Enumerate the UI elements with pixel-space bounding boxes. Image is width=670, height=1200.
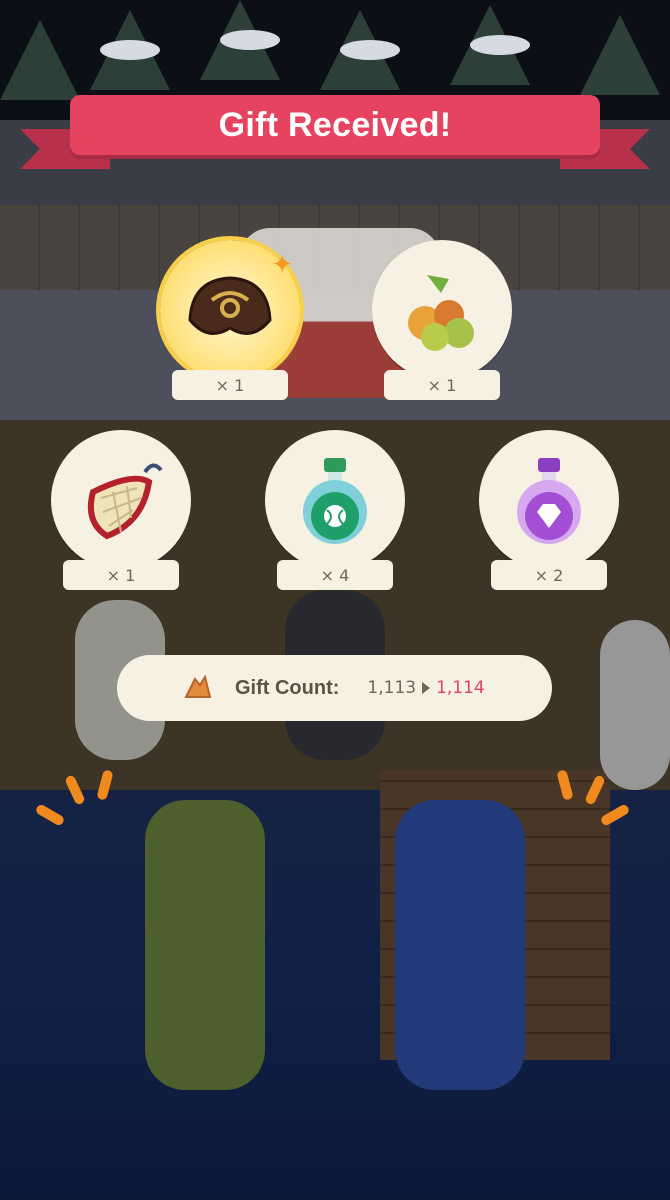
net-icon: [87, 463, 163, 540]
item-quantity: × 2: [491, 560, 607, 590]
item-circle: [372, 240, 512, 380]
banner-panel: Gift Received!: [70, 95, 600, 155]
reward-item-net[interactable]: × 1: [46, 430, 196, 590]
fruit-icon: [408, 275, 474, 351]
item-quantity: × 4: [277, 560, 393, 590]
snow: [470, 35, 530, 55]
reward-item-purple-essence[interactable]: × 2: [474, 430, 624, 590]
gift-received-banner: Gift Received!: [20, 95, 650, 175]
item-quantity: × 1: [63, 560, 179, 590]
snow: [340, 40, 400, 60]
game-scene: [0, 0, 670, 1200]
snow: [220, 30, 280, 50]
villager-character[interactable]: [145, 800, 265, 1090]
reward-item-fruit[interactable]: × 1: [367, 240, 517, 400]
banner-title: Gift Received!: [218, 105, 452, 144]
gift-count-old: 1,113: [367, 678, 417, 698]
reward-item-green-essence[interactable]: × 4: [260, 430, 410, 590]
snow: [100, 40, 160, 60]
background-character: [600, 620, 670, 790]
item-quantity: × 1: [172, 370, 288, 400]
reward-item-fortune-cookie[interactable]: ✦ × 1: [155, 240, 305, 400]
item-quantity: × 1: [384, 370, 500, 400]
item-circle: [51, 430, 191, 570]
fortune-cookie-icon: [188, 276, 272, 335]
gift-count-panel: Gift Count: 1,113 1,114: [117, 655, 552, 721]
leaf-ticket-icon: [184, 674, 212, 698]
gift-count-label: Gift Count:: [235, 676, 340, 699]
item-circle: [265, 430, 405, 570]
snowy-tree: [580, 15, 660, 95]
sparkle-icon: ✦: [271, 250, 293, 280]
green-essence-bottle-icon: [303, 458, 367, 544]
gift-count-new: 1,114: [436, 678, 485, 698]
item-circle: [479, 430, 619, 570]
snowy-tree: [0, 20, 80, 100]
player-character[interactable]: [395, 800, 525, 1090]
arrow-right-icon: [422, 682, 431, 694]
purple-essence-bottle-icon: [517, 458, 581, 544]
